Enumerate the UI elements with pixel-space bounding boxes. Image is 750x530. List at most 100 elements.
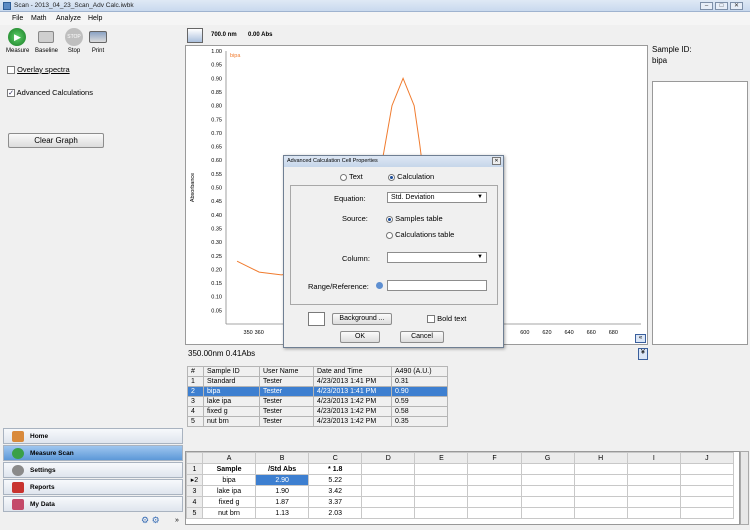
sheet-cell-selected[interactable]: 2.90 [255, 474, 310, 486]
table-row[interactable]: 5 nut brn Tester 4/23/2013 1:42 PM 0.35 [187, 416, 448, 427]
sheet-cell[interactable]: 2.03 [308, 507, 363, 519]
sheet-cell[interactable] [414, 485, 469, 497]
sheet-cell[interactable] [520, 507, 575, 519]
print-button[interactable]: Print [87, 28, 109, 54]
samples-radio[interactable] [386, 215, 393, 223]
sheet-cell[interactable]: 1.90 [255, 485, 310, 497]
sheet-cell[interactable]: fixed g [201, 496, 257, 508]
col-header[interactable]: D [361, 452, 416, 464]
col-sample-id[interactable]: Sample ID [203, 366, 260, 377]
calculation-spreadsheet[interactable]: ABCDEFGHIJ 1 Sample/Std Abs * 1.8 ▸2 bipa 2.… [185, 451, 740, 525]
sheet-cell[interactable]: bipa [201, 474, 257, 486]
more-icon[interactable]: » [175, 517, 179, 524]
sheet-cell[interactable]: 1.13 [255, 507, 310, 519]
nav-home[interactable]: Home [3, 428, 183, 444]
col-header[interactable]: B [255, 452, 310, 464]
maximize-button[interactable]: □ [715, 2, 728, 10]
sheet-cell[interactable] [679, 474, 735, 486]
sheet-cell[interactable]: Sample [201, 463, 257, 475]
overlay-checkbox[interactable] [7, 66, 15, 75]
sheet-cell[interactable] [467, 496, 522, 508]
cancel-button[interactable]: Cancel [400, 331, 444, 343]
menu-analyze[interactable]: Analyze [56, 15, 81, 22]
sheet-cell[interactable] [361, 507, 416, 519]
sheet-cell[interactable]: /Std Abs [255, 463, 310, 475]
sheet-cell[interactable] [573, 463, 628, 475]
sheet-cell[interactable]: 5.22 [308, 474, 363, 486]
sheet-cell[interactable]: nut brn [201, 507, 257, 519]
menu-file[interactable]: File [12, 15, 23, 22]
dialog-close-icon[interactable]: ✕ [492, 157, 501, 165]
row-header[interactable]: 1 [186, 463, 203, 475]
sheet-cell[interactable] [626, 485, 681, 497]
collapse-graph-icon[interactable]: « [635, 334, 646, 343]
sheet-cell[interactable] [520, 485, 575, 497]
sheet-cell[interactable] [414, 496, 469, 508]
sheet-cell[interactable] [679, 485, 735, 497]
sheet-cell[interactable]: 1.87 [255, 496, 310, 508]
background-button[interactable]: Background ... [332, 313, 392, 325]
text-radio-option[interactable]: Text [340, 172, 363, 181]
sample-notes-box[interactable] [652, 81, 748, 345]
sheet-cell[interactable]: lake ipa [201, 485, 257, 497]
expand-panel-icon[interactable]: ¥ [638, 348, 648, 360]
col-a490[interactable]: A490 (A.U.) [391, 366, 448, 377]
col-header[interactable]: F [467, 452, 522, 464]
col-date[interactable]: Date and Time [313, 366, 392, 377]
sheet-cell[interactable] [573, 496, 628, 508]
row-header[interactable]: 5 [186, 507, 203, 519]
sheet-cell[interactable] [414, 474, 469, 486]
menu-math[interactable]: Math [31, 15, 47, 22]
background-color-swatch[interactable] [308, 312, 325, 326]
calculation-radio-option[interactable]: Calculation [388, 172, 434, 181]
column-dropdown[interactable]: ▼ [387, 252, 487, 263]
col-header[interactable]: C [308, 452, 363, 464]
graph-mode-icon[interactable] [187, 28, 203, 43]
row-header[interactable]: ▸2 [186, 474, 203, 486]
info-icon[interactable] [376, 282, 383, 289]
sheet-cell[interactable] [520, 474, 575, 486]
col-header[interactable]: E [414, 452, 469, 464]
source-samples-option[interactable]: Samples table [386, 214, 443, 223]
col-header[interactable]: H [573, 452, 628, 464]
nav-measure-scan[interactable]: Measure Scan [3, 445, 183, 461]
row-header[interactable]: 4 [186, 496, 203, 508]
sheet-cell[interactable] [626, 474, 681, 486]
sheet-cell[interactable] [626, 507, 681, 519]
sheet-cell[interactable] [520, 463, 575, 475]
text-radio[interactable] [340, 173, 347, 181]
nav-reports[interactable]: Reports [3, 479, 183, 495]
sheet-cell[interactable] [414, 463, 469, 475]
minimize-button[interactable]: – [700, 2, 713, 10]
close-button[interactable]: ✕ [730, 2, 743, 10]
sheet-cell[interactable] [573, 507, 628, 519]
sheet-cell[interactable] [361, 496, 416, 508]
sheet-cell[interactable] [361, 474, 416, 486]
bold-checkbox[interactable] [427, 315, 435, 324]
col-header[interactable]: G [520, 452, 575, 464]
sheet-cell[interactable] [467, 463, 522, 475]
calculation-radio[interactable] [388, 173, 395, 181]
range-input[interactable] [387, 280, 487, 291]
advanced-calculations-option[interactable]: Advanced Calculations [7, 88, 93, 98]
sheet-cell[interactable] [679, 496, 735, 508]
sheet-cell[interactable] [679, 463, 735, 475]
calc-radio[interactable] [386, 231, 393, 239]
sheet-cell[interactable] [361, 485, 416, 497]
sheet-cell[interactable] [679, 507, 735, 519]
sheet-cell[interactable] [520, 496, 575, 508]
stop-button[interactable]: STOP Stop [63, 28, 85, 54]
col-number[interactable]: # [187, 366, 204, 377]
equation-dropdown[interactable]: Std. Deviation ▼ [387, 192, 487, 203]
table-row[interactable]: 4 fixed g Tester 4/23/2013 1:42 PM 0.58 [187, 406, 448, 417]
tools-icon[interactable]: ⚙ ⚙ [141, 515, 160, 526]
sheet-cell[interactable] [361, 463, 416, 475]
clear-graph-button[interactable]: Clear Graph [8, 133, 104, 148]
nav-settings[interactable]: Settings [3, 462, 183, 478]
menu-help[interactable]: Help [88, 15, 102, 22]
sheet-cell[interactable] [573, 474, 628, 486]
table-row[interactable]: 1 Standard Tester 4/23/2013 1:41 PM 0.31 [187, 376, 448, 387]
col-user[interactable]: User Name [259, 366, 314, 377]
sheet-vertical-scrollbar[interactable] [740, 451, 749, 525]
sheet-cell[interactable] [626, 463, 681, 475]
